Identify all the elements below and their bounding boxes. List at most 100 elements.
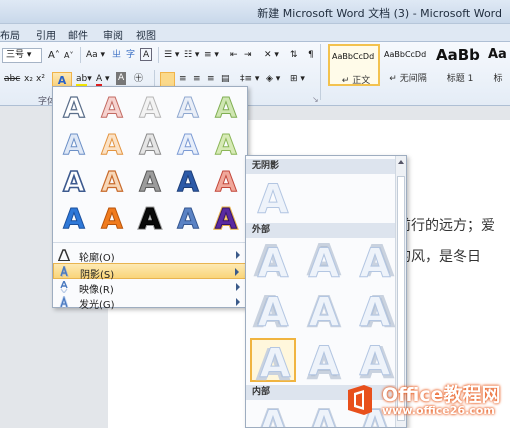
- align-left-button[interactable]: [160, 72, 175, 87]
- justify-icon[interactable]: ≡: [205, 72, 217, 87]
- window-title: 新建 Microsoft Word 文档 (3) - Microsoft Wor…: [257, 7, 502, 20]
- svg-text:A: A: [309, 403, 340, 428]
- tab-review[interactable]: 审阅: [103, 27, 123, 42]
- text-effect-preset[interactable]: A: [209, 91, 243, 121]
- svg-text:A: A: [101, 91, 123, 121]
- text-effect-preset[interactable]: A: [171, 128, 205, 158]
- subscript-icon[interactable]: x₂: [22, 72, 35, 87]
- grow-font-button[interactable]: A˄: [46, 48, 62, 63]
- font-size-select[interactable]: 三号 ▾: [2, 48, 42, 63]
- show-marks-icon[interactable]: ¶: [306, 48, 316, 63]
- style-heading-2[interactable]: Aa 标: [486, 44, 510, 86]
- shadow-outer-preset[interactable]: AA: [301, 289, 347, 333]
- char-shading-icon[interactable]: A: [116, 72, 127, 85]
- menu-item-shadow[interactable]: 阴影(S): [53, 263, 247, 281]
- bullets-icon[interactable]: ☰ ▾: [162, 48, 181, 63]
- text-effect-preset[interactable]: A: [95, 165, 129, 195]
- text-effect-preset[interactable]: A: [57, 91, 91, 121]
- shadow-outer-preset[interactable]: AA: [250, 289, 296, 333]
- shadow-outer-preset[interactable]: AA: [250, 240, 296, 284]
- shadow-outer-preset[interactable]: AA: [250, 338, 296, 384]
- style-no-spacing[interactable]: AaBbCcDd ↵ 无间隔: [382, 44, 434, 86]
- watermark: Office教程网 www.office26.com: [346, 376, 510, 428]
- svg-text:A: A: [258, 290, 289, 333]
- text-effect-preset[interactable]: A: [57, 165, 91, 195]
- tab-layout[interactable]: 布局: [0, 27, 20, 42]
- svg-text:A: A: [215, 165, 237, 195]
- superscript-icon[interactable]: x²: [34, 72, 47, 87]
- char-border-icon[interactable]: A: [140, 48, 153, 61]
- text-effect-preset[interactable]: A: [57, 128, 91, 158]
- enclose-circle-icon[interactable]: ㊉: [132, 72, 145, 87]
- svg-text:A: A: [177, 128, 199, 158]
- tab-references[interactable]: 引用: [36, 27, 56, 42]
- text-effect-preset[interactable]: A: [133, 165, 167, 195]
- text-effect-preset[interactable]: AA: [133, 202, 167, 232]
- distributed-icon[interactable]: ▤: [219, 72, 232, 87]
- style-normal[interactable]: AaBbCcDd ↵ 正文: [328, 44, 380, 86]
- outline-icon: [58, 249, 70, 261]
- text-effects-dropdown: AAAAAAAAAAAAAAAAAAAAAA 轮廓(O) 阴影(S) 映像(R)…: [52, 86, 248, 311]
- enclose-char-icon[interactable]: 字: [124, 48, 137, 63]
- highlight-color-icon[interactable]: ab▾: [74, 72, 94, 87]
- shadow-inner-preset[interactable]: AA: [250, 402, 296, 427]
- menu-item-reflection[interactable]: 映像(R): [53, 279, 247, 296]
- svg-text:A: A: [101, 165, 123, 195]
- doc-line-2: 的风，是冬日: [397, 249, 481, 265]
- align-center-icon[interactable]: ≡: [177, 72, 189, 87]
- scroll-up-icon[interactable]: [398, 160, 404, 164]
- svg-text:A: A: [101, 128, 123, 158]
- title-bar: 新建 Microsoft Word 文档 (3) - Microsoft Wor…: [0, 0, 510, 24]
- text-effect-preset[interactable]: A: [57, 202, 91, 232]
- text-effect-preset[interactable]: A: [209, 165, 243, 195]
- text-effect-preset[interactable]: A: [171, 165, 205, 195]
- font-color-icon[interactable]: A ▾: [94, 72, 112, 87]
- text-effect-preset[interactable]: A: [133, 128, 167, 158]
- text-effect-preset[interactable]: A: [95, 202, 129, 232]
- shadow-inner-preset[interactable]: AA: [301, 402, 347, 428]
- text-effect-preset[interactable]: A: [133, 91, 167, 121]
- paragraph-dialog-launcher[interactable]: ↘: [312, 92, 319, 107]
- numbering-icon[interactable]: ☷ ▾: [182, 48, 201, 63]
- change-case-button[interactable]: Aa ▾: [84, 48, 107, 63]
- svg-text:A: A: [139, 202, 161, 232]
- increase-indent-icon[interactable]: ⇥: [242, 48, 254, 63]
- shadow-outer-preset[interactable]: AA: [301, 240, 347, 284]
- strikethrough-icon[interactable]: abc: [2, 72, 22, 87]
- svg-text:A: A: [177, 202, 199, 232]
- office-logo-icon: [348, 385, 372, 415]
- shadow-none-preset[interactable]: A: [250, 176, 296, 221]
- menu-item-outline[interactable]: 轮廓(O): [53, 247, 247, 264]
- svg-text:A: A: [309, 339, 340, 382]
- text-effect-preset[interactable]: A: [171, 91, 205, 121]
- text-effect-preset[interactable]: AA: [209, 202, 243, 232]
- text-effect-preset[interactable]: A: [95, 91, 129, 121]
- align-right-icon[interactable]: ≡: [191, 72, 203, 87]
- tab-mailings[interactable]: 邮件: [68, 27, 88, 42]
- decrease-indent-icon[interactable]: ⇤: [228, 48, 240, 63]
- section-no-shadow: 无阴影: [246, 159, 396, 174]
- tab-view[interactable]: 视图: [136, 27, 156, 42]
- phonetic-guide-icon[interactable]: ㄓ: [110, 48, 123, 63]
- shading-icon[interactable]: ◈ ▾: [264, 72, 282, 87]
- shadow-outer-preset[interactable]: AA: [352, 289, 398, 333]
- multilevel-list-icon[interactable]: ≡ ▾: [202, 48, 221, 63]
- svg-text:A: A: [139, 128, 161, 158]
- doc-line-1: 前行的远方；爱: [397, 218, 495, 234]
- shrink-font-button[interactable]: A˅: [62, 48, 75, 63]
- sort-icon[interactable]: ⇅: [288, 48, 300, 63]
- shadow-outer-preset[interactable]: AA: [352, 240, 398, 284]
- section-outer: 外部: [246, 223, 396, 238]
- svg-text:A: A: [63, 91, 85, 121]
- svg-text:A: A: [309, 290, 340, 333]
- text-effect-preset[interactable]: A: [95, 128, 129, 158]
- text-effect-preset[interactable]: A: [171, 202, 205, 232]
- borders-icon[interactable]: ⊞ ▾: [288, 72, 307, 87]
- chinese-layout-icon[interactable]: ✕ ▾: [262, 48, 281, 63]
- shadow-outer-preset[interactable]: AA: [301, 338, 347, 383]
- line-spacing-icon[interactable]: ‡≡ ▾: [238, 72, 261, 87]
- text-effect-preset[interactable]: A: [209, 128, 243, 158]
- style-heading-1[interactable]: AaBb 标题 1: [434, 44, 486, 86]
- menu-item-glow[interactable]: 发光(G): [53, 293, 247, 311]
- svg-text:A: A: [258, 241, 289, 284]
